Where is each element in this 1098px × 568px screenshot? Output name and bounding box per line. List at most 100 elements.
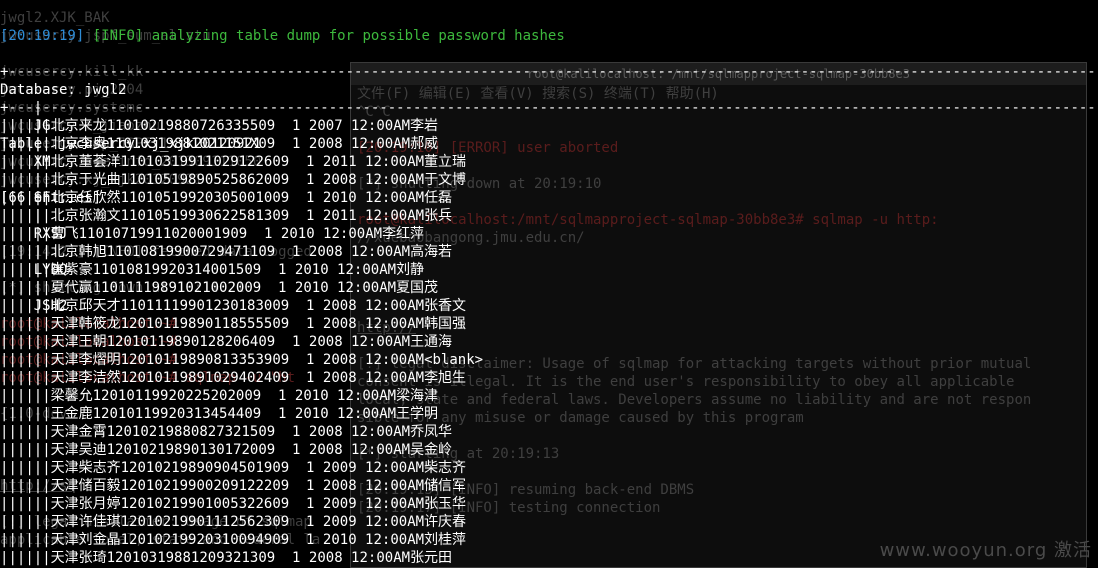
- table-row: ||||||天津李洁然12010119891029402409 1 2008 1…: [0, 369, 1098, 387]
- table-row: ||||||王金鹿12010119920313454409 1 2010 12:…: [0, 405, 1098, 423]
- cell-xm: 夏代赢: [50, 280, 93, 296]
- cell-jg: 天津: [50, 496, 79, 512]
- cell-sf: 120101198910294024: [120, 370, 273, 386]
- foreground-terminal[interactable]: [20:19:19] [INFO] analyzing table dump f…: [0, 0, 1098, 566]
- column-separator: |: [25, 136, 34, 152]
- column-separator: |: [25, 514, 34, 530]
- cell-sf: 110105199203050010: [120, 190, 273, 206]
- cell-xm: 李洁然: [78, 370, 121, 386]
- column-separator: |: [8, 406, 17, 422]
- column-separator: |: [33, 208, 43, 224]
- cell-sf: 120101198908133539: [120, 352, 273, 368]
- cell-rxsj: 09 1 2011 12:00AM: [272, 154, 425, 170]
- cell-rxsj: 09 1 2008 12:00AM: [258, 334, 411, 350]
- cell-xm: 梁馨允: [50, 388, 93, 404]
- column-separator: |: [33, 172, 43, 188]
- cell-jg: 北京: [50, 244, 79, 260]
- cell-jg: 天津: [50, 352, 79, 368]
- column-separator: |: [33, 514, 43, 530]
- cell-lydq: 乔凤华: [410, 424, 453, 440]
- cell-sf: 110107199110200019: [78, 226, 231, 242]
- column-separator: |: [8, 136, 17, 152]
- column-separator: |: [42, 316, 51, 332]
- cell-lydq: 张元田: [410, 550, 453, 566]
- column-separator: |: [33, 136, 43, 152]
- cell-sf: 110103199110291226: [120, 154, 273, 170]
- table-row: ||||||天津吴迪12010219890130172009 1 2008 12…: [0, 441, 1098, 459]
- cell-rxsj: 09 1 2008 12:00AM: [272, 352, 425, 368]
- column-separator: |: [42, 424, 51, 440]
- cell-sf: 120101198901282064: [106, 334, 259, 350]
- cell-lydq: 于文博: [424, 172, 467, 188]
- cell-jg: 北京: [50, 208, 79, 224]
- cell-rxsj: 09 1 2010 12:00AM: [272, 190, 425, 206]
- column-separator: |: [42, 514, 51, 530]
- column-separator: |: [25, 424, 34, 440]
- cell-lydq: 郝威: [410, 136, 439, 152]
- column-separator: |: [8, 496, 17, 512]
- watermark: www.wooyun.org 激活: [879, 540, 1092, 561]
- cell-jg: 天津: [50, 460, 79, 476]
- column-separator: |: [33, 478, 43, 494]
- column-separator: |: [8, 244, 17, 260]
- table-row: ||||||天津储百毅12010219900209122209 1 2008 1…: [0, 477, 1098, 495]
- column-separator: |: [25, 226, 34, 242]
- cell-rxsj: 09 1 2008 12:00AM: [272, 172, 425, 188]
- column-separator: |: [8, 172, 17, 188]
- column-separator: |: [25, 352, 34, 368]
- column-separator: |: [25, 370, 34, 386]
- column-separator: |: [25, 208, 34, 224]
- column-separator: |: [8, 316, 17, 332]
- column-separator: |: [33, 406, 43, 422]
- table-row: ||||||崔紫豪11010819920314001509 1 2010 12:…: [0, 261, 1098, 279]
- status-level: [INFO]: [92, 28, 144, 44]
- cell-sf: 120102199203100949: [120, 532, 273, 548]
- cell-lydq: 王学明: [396, 406, 439, 422]
- cell-xm: 韩筱龙: [78, 316, 121, 332]
- cell-lydq: 柴志齐: [424, 460, 467, 476]
- column-separator: |: [33, 388, 43, 404]
- column-separator: |: [25, 244, 34, 260]
- status-time: [20:19:19]: [0, 28, 85, 44]
- cell-jg: 天津: [50, 514, 79, 530]
- cell-sf: 110111198910210020: [92, 280, 245, 296]
- column-separator: |: [25, 442, 34, 458]
- status-message: analyzing table dump for possible passwo…: [151, 28, 565, 44]
- cell-xm: 金霄: [78, 424, 107, 440]
- cell-lydq: 李岩: [410, 118, 439, 134]
- column-separator: |: [42, 280, 51, 296]
- cell-sf: 120102198909045019: [120, 460, 273, 476]
- table-row: ||||||曹飞11010719911020001909 1 2010 12:0…: [0, 225, 1098, 243]
- column-separator: |: [33, 442, 43, 458]
- column-separator: |: [8, 424, 17, 440]
- column-separator: |: [33, 244, 43, 260]
- cell-xm: 柴志齐: [78, 460, 121, 476]
- column-separator: |: [42, 406, 51, 422]
- cell-lydq: 王通海: [410, 334, 453, 350]
- table-row: ||||||天津李熠明12010119890813353909 1 2008 1…: [0, 351, 1098, 369]
- column-separator: |: [42, 460, 51, 476]
- column-separator: |: [42, 118, 51, 134]
- column-separator: |: [33, 190, 43, 206]
- cell-sf: 110108199203140015: [92, 262, 245, 278]
- column-separator: |: [42, 532, 51, 548]
- table-row: ||||||天津韩筱龙12010119890118555509 1 2008 1…: [0, 315, 1098, 333]
- column-separator: |: [8, 370, 17, 386]
- cell-xm: 王朝: [78, 334, 107, 350]
- table-row: ||||||北京邱天才11011119901230183009 1 2008 1…: [0, 297, 1098, 315]
- column-separator: |: [42, 478, 51, 494]
- column-separator: |: [33, 334, 43, 350]
- table-row: ||||||天津张月婷12010219901005322609 1 2009 1…: [0, 495, 1098, 513]
- cell-lydq: 梁海津: [396, 388, 439, 404]
- cell-rxsj: 09 1 2008 12:00AM: [258, 136, 411, 152]
- cell-sf: 110108199007294711: [106, 244, 259, 260]
- cell-rxsj: 09 1 2008 12:00AM: [258, 424, 411, 440]
- cell-rxsj: 09 1 2010 12:00AM: [272, 532, 425, 548]
- cell-sf: 120102198901301720: [106, 442, 259, 458]
- cell-lydq: 许庆春: [424, 514, 467, 530]
- cell-rxsj: 09 1 2008 12:00AM: [272, 316, 425, 332]
- column-separator: |: [8, 334, 17, 350]
- column-separator: |: [8, 190, 17, 206]
- cell-xm: 李奥: [78, 136, 107, 152]
- column-separator: |: [33, 532, 43, 548]
